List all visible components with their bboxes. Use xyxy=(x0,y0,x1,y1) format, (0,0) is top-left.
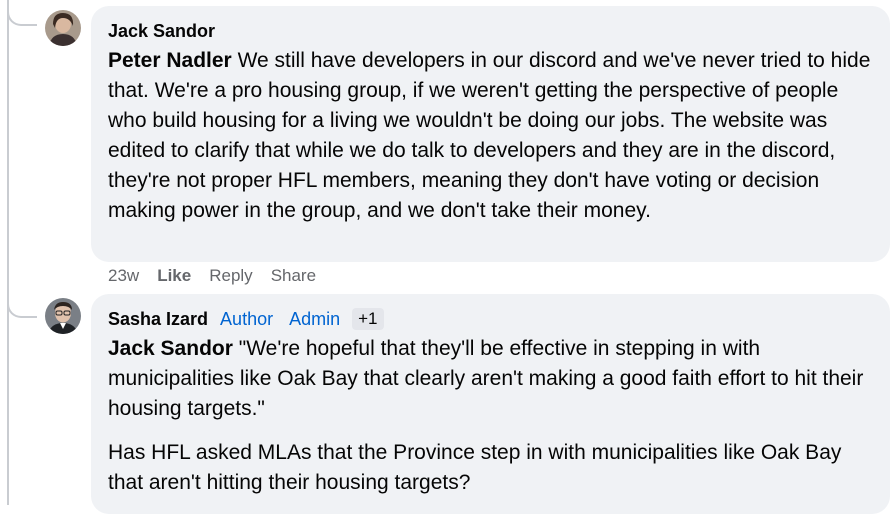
mention-link[interactable]: Jack Sandor xyxy=(108,337,233,360)
avatar-jack-sandor[interactable] xyxy=(45,10,81,46)
comment-author[interactable]: Jack Sandor xyxy=(108,21,215,42)
thread-connector-2 xyxy=(7,298,37,318)
avatar-image xyxy=(45,10,81,46)
comment-text: Jack Sandor "We're hopeful that they'll … xyxy=(108,334,873,424)
comment-text-paragraph-2: Has HFL asked MLAs that the Province ste… xyxy=(108,441,842,494)
author-badge: Author xyxy=(220,308,274,329)
comment-text: Peter Nadler We still have developers in… xyxy=(108,46,873,226)
comment-bubble-1: Jack Sandor Peter Nadler We still have d… xyxy=(91,6,890,262)
timestamp-link[interactable]: 23w xyxy=(108,266,139,286)
comment-actions-1: 23w Like Reply Share xyxy=(108,266,316,286)
thread-connector-1 xyxy=(7,6,37,26)
avatar-sasha-izard[interactable] xyxy=(45,298,81,334)
avatar-image xyxy=(45,298,81,334)
more-badges-button[interactable]: +1 xyxy=(352,308,384,330)
comment-bubble-2: Sasha Izard Author Admin +1 Jack Sandor … xyxy=(91,294,890,514)
share-button[interactable]: Share xyxy=(271,266,316,286)
like-button[interactable]: Like xyxy=(157,266,191,286)
comment-author[interactable]: Sasha Izard xyxy=(108,309,208,330)
comment-body: We still have developers in our discord … xyxy=(108,49,871,222)
reply-button[interactable]: Reply xyxy=(209,266,252,286)
mention-link[interactable]: Peter Nadler xyxy=(108,49,232,72)
admin-badge: Admin xyxy=(289,308,341,329)
thread-line xyxy=(7,0,9,505)
